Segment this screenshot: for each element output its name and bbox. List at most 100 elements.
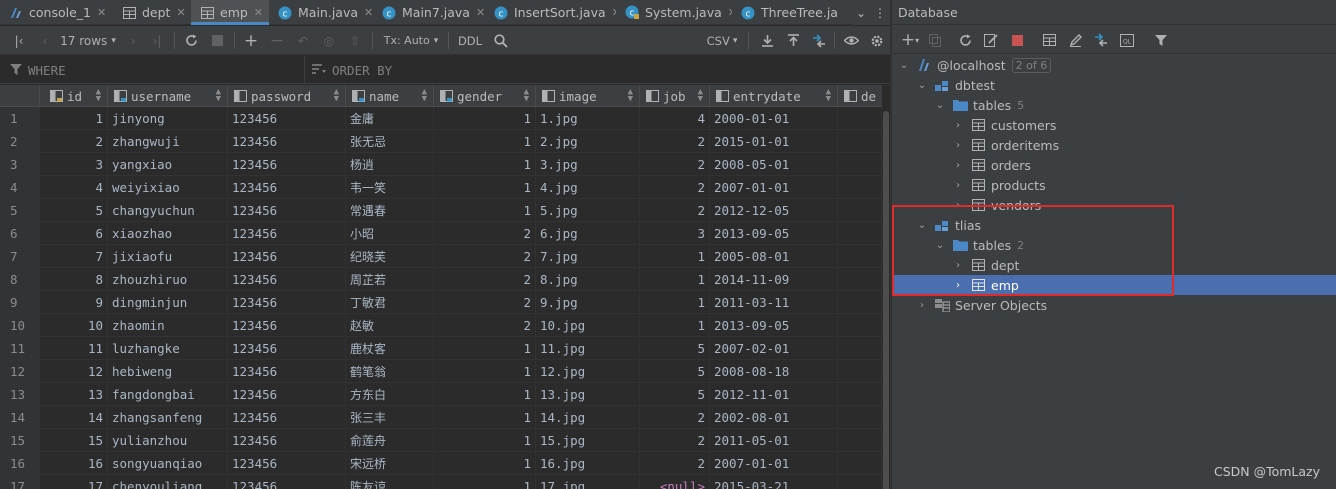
- chevron-right-icon[interactable]: ›: [952, 279, 964, 291]
- cell-id[interactable]: 9: [40, 291, 108, 314]
- sort-toggle-icon[interactable]: ▲ ▼: [524, 88, 529, 104]
- chevron-right-icon[interactable]: ›: [952, 119, 964, 131]
- cell-job[interactable]: 4: [640, 107, 710, 130]
- table-row[interactable]: 17 17 chenyouliang 123456 陈友谅 1 17.jpg <null> 20…: [0, 475, 882, 489]
- cell-name[interactable]: 纪晓芙: [346, 245, 434, 268]
- compare-icon[interactable]: [808, 26, 830, 55]
- download-icon[interactable]: [756, 26, 778, 55]
- cell-gender[interactable]: 2: [434, 314, 536, 337]
- chevron-down-icon[interactable]: ⌄: [934, 99, 946, 111]
- table-row[interactable]: 7 7 jixiaofu 123456 纪晓芙 2 7.jpg 1 2005-08-01: [0, 245, 882, 268]
- cell-entrydate[interactable]: 2000-01-01: [710, 107, 838, 130]
- cell-dept[interactable]: [838, 383, 882, 406]
- cell-entrydate[interactable]: 2005-08-01: [710, 245, 838, 268]
- column-header-dept[interactable]: de: [838, 85, 882, 107]
- view-changes-icon[interactable]: ◎: [318, 26, 340, 55]
- chevron-right-icon[interactable]: ›: [916, 299, 928, 311]
- tree-node-emp[interactable]: › emp: [892, 275, 1336, 295]
- table-row[interactable]: 6 6 xiaozhao 123456 小昭 2 6.jpg 3 2013-09-05: [0, 222, 882, 245]
- tab-console-1[interactable]: console_1 ✕: [0, 0, 113, 25]
- cell-gender[interactable]: 1: [434, 337, 536, 360]
- cell-id[interactable]: 14: [40, 406, 108, 429]
- tree-node-dbtest[interactable]: ⌄ dbtest: [892, 75, 1336, 95]
- cell-entrydate[interactable]: 2013-09-05: [710, 222, 838, 245]
- cell-dept[interactable]: [838, 176, 882, 199]
- cell-job[interactable]: 2: [640, 452, 710, 475]
- cell-username[interactable]: fangdongbai: [108, 383, 228, 406]
- cell-name[interactable]: 周芷若: [346, 268, 434, 291]
- tab-threetree-java[interactable]: c ThreeTree.ja: [732, 0, 852, 25]
- cell-entrydate[interactable]: 2012-11-01: [710, 383, 838, 406]
- cell-password[interactable]: 123456: [228, 475, 346, 489]
- cell-job[interactable]: <null>: [640, 475, 710, 489]
- cell-name[interactable]: 鹤笔翁: [346, 360, 434, 383]
- cell-entrydate[interactable]: 2015-03-21: [710, 475, 838, 489]
- cell-id[interactable]: 3: [40, 153, 108, 176]
- cell-job[interactable]: 2: [640, 153, 710, 176]
- cell-image[interactable]: 9.jpg: [536, 291, 640, 314]
- cell-image[interactable]: 10.jpg: [536, 314, 640, 337]
- cell-id[interactable]: 2: [40, 130, 108, 153]
- row-number[interactable]: 10: [0, 314, 40, 337]
- cell-job[interactable]: 2: [640, 130, 710, 153]
- rows-count-dropdown[interactable]: 17 rows ▾: [58, 26, 118, 55]
- cell-job[interactable]: 5: [640, 383, 710, 406]
- cell-username[interactable]: luzhangke: [108, 337, 228, 360]
- cell-id[interactable]: 10: [40, 314, 108, 337]
- cell-password[interactable]: 123456: [228, 360, 346, 383]
- tree-node-orders[interactable]: › orders: [892, 155, 1336, 175]
- gear-icon[interactable]: [866, 26, 888, 55]
- upload-icon[interactable]: [782, 26, 804, 55]
- cell-dept[interactable]: [838, 245, 882, 268]
- cell-password[interactable]: 123456: [228, 199, 346, 222]
- close-icon[interactable]: ✕: [364, 6, 373, 19]
- cell-job[interactable]: 2: [640, 429, 710, 452]
- tab-main-java[interactable]: c Main.java ✕: [269, 0, 373, 25]
- cell-job[interactable]: 2: [640, 406, 710, 429]
- sort-toggle-icon[interactable]: ▲ ▼: [826, 88, 831, 104]
- cell-gender[interactable]: 1: [434, 107, 536, 130]
- cell-username[interactable]: chenyouliang: [108, 475, 228, 489]
- next-page-icon[interactable]: ›: [122, 26, 144, 55]
- cell-dept[interactable]: [838, 130, 882, 153]
- search-icon[interactable]: [490, 26, 512, 55]
- cell-id[interactable]: 11: [40, 337, 108, 360]
- close-icon[interactable]: ✕: [476, 6, 485, 19]
- cell-entrydate[interactable]: 2008-05-01: [710, 153, 838, 176]
- cell-dept[interactable]: [838, 199, 882, 222]
- chevron-down-icon[interactable]: ⌄: [916, 219, 928, 231]
- tree-node-customers[interactable]: › customers: [892, 115, 1336, 135]
- cell-name[interactable]: 宋远桥: [346, 452, 434, 475]
- cell-gender[interactable]: 1: [434, 199, 536, 222]
- tab-dept[interactable]: dept ✕: [113, 0, 191, 25]
- stop-icon[interactable]: [1006, 26, 1028, 54]
- cell-password[interactable]: 123456: [228, 268, 346, 291]
- cell-password[interactable]: 123456: [228, 429, 346, 452]
- scrollbar-thumb[interactable]: [883, 111, 889, 489]
- revert-icon[interactable]: ↶: [292, 26, 314, 55]
- cell-password[interactable]: 123456: [228, 130, 346, 153]
- schema-sync-icon[interactable]: [980, 26, 1002, 54]
- cell-image[interactable]: 13.jpg: [536, 383, 640, 406]
- table-editor-icon[interactable]: [1038, 26, 1060, 54]
- cell-password[interactable]: 123456: [228, 406, 346, 429]
- ddl-button[interactable]: DDL: [455, 26, 485, 55]
- cell-dept[interactable]: [838, 153, 882, 176]
- row-number[interactable]: 12: [0, 360, 40, 383]
- cell-image[interactable]: 8.jpg: [536, 268, 640, 291]
- cell-password[interactable]: 123456: [228, 245, 346, 268]
- row-number[interactable]: 16: [0, 452, 40, 475]
- row-number[interactable]: 3: [0, 153, 40, 176]
- row-number[interactable]: 2: [0, 130, 40, 153]
- cell-gender[interactable]: 2: [434, 222, 536, 245]
- cell-password[interactable]: 123456: [228, 383, 346, 406]
- cell-job[interactable]: 1: [640, 314, 710, 337]
- cell-image[interactable]: 3.jpg: [536, 153, 640, 176]
- cell-job[interactable]: 2: [640, 176, 710, 199]
- table-row[interactable]: 9 9 dingminjun 123456 丁敏君 2 9.jpg 1 2011-03-11: [0, 291, 882, 314]
- cell-id[interactable]: 7: [40, 245, 108, 268]
- cell-entrydate[interactable]: 2013-09-05: [710, 314, 838, 337]
- cell-job[interactable]: 3: [640, 222, 710, 245]
- cell-username[interactable]: songyuanqiao: [108, 452, 228, 475]
- cell-username[interactable]: zhaomin: [108, 314, 228, 337]
